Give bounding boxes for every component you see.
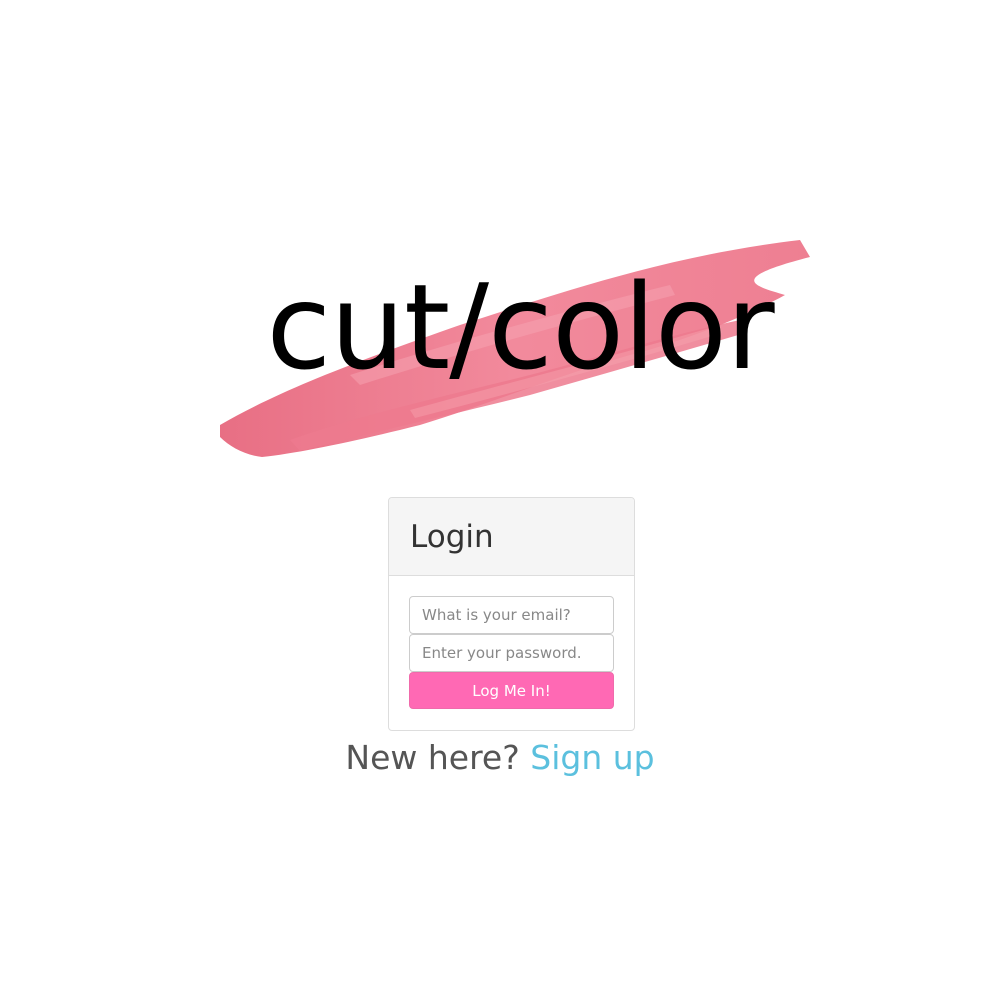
login-button[interactable]: Log Me In! — [409, 672, 614, 709]
login-panel-heading: Login — [389, 498, 634, 576]
signup-prompt-text: New here? — [345, 738, 520, 777]
password-field[interactable] — [409, 634, 614, 672]
login-page: cut/color Login Log Me In! New here? Sig… — [0, 0, 1000, 1000]
signup-prompt: New here? Sign up — [0, 736, 1000, 780]
login-title: Login — [410, 519, 494, 555]
signup-link[interactable]: Sign up — [530, 738, 654, 777]
brand-logo: cut/color — [200, 225, 820, 475]
brand-wordmark: cut/color — [266, 258, 774, 396]
email-field[interactable] — [409, 596, 614, 634]
login-panel: Login Log Me In! — [388, 497, 635, 731]
login-form: Log Me In! — [389, 576, 634, 709]
